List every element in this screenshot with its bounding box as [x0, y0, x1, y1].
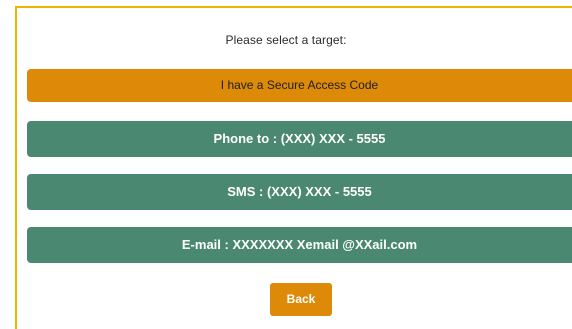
email-target-button[interactable]: E-mail : XXXXXXX Xemail @XXail.com [27, 227, 572, 263]
back-button[interactable]: Back [270, 283, 332, 316]
phone-target-button[interactable]: Phone to : (XXX) XXX - 5555 [27, 121, 572, 157]
selection-panel [15, 6, 572, 329]
secure-access-code-label: I have a Secure Access Code [220, 78, 379, 92]
email-target-label: E-mail : XXXXXXX Xemail @XXail.com [181, 237, 418, 252]
sms-target-button[interactable]: SMS : (XXX) XXX - 5555 [27, 174, 572, 210]
sms-target-label: SMS : (XXX) XXX - 5555 [227, 184, 372, 199]
back-button-label: Back [286, 292, 316, 306]
secure-access-code-button[interactable]: I have a Secure Access Code [27, 69, 572, 102]
select-target-prompt: Please select a target: [225, 33, 347, 47]
phone-target-label: Phone to : (XXX) XXX - 5555 [213, 131, 386, 146]
target-selection-page: Please select a target: I have a Secure … [0, 0, 572, 329]
